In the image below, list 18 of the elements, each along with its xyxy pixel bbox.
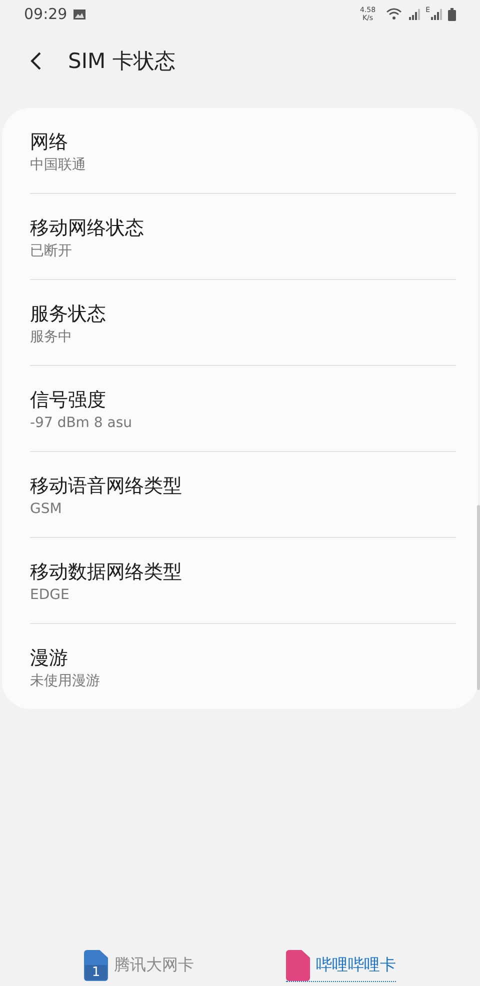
list-item[interactable]: 移动网络状态 已断开 bbox=[2, 194, 478, 279]
battery-icon bbox=[448, 8, 456, 20]
signal-icon bbox=[430, 8, 442, 20]
page-title: SIM 卡状态 bbox=[68, 48, 176, 75]
back-icon[interactable] bbox=[30, 51, 42, 71]
list-item[interactable]: 漫游 未使用漫游 bbox=[2, 624, 478, 709]
sim-tab[interactable]: 哔哩哔哩卡 bbox=[286, 950, 396, 982]
list-item[interactable]: 移动语音网络类型 GSM bbox=[2, 452, 478, 537]
sim-card-icon: 1 bbox=[84, 950, 108, 981]
list-item[interactable]: 移动数据网络类型 EDGE bbox=[2, 538, 478, 623]
list-item[interactable]: 服务状态 服务中 bbox=[2, 280, 478, 365]
list-item[interactable]: 网络 中国联通 bbox=[2, 108, 478, 193]
status-time: 09:29 bbox=[24, 5, 68, 23]
image-icon bbox=[73, 8, 86, 20]
wifi-icon bbox=[386, 8, 402, 20]
list-item[interactable]: 信号强度 -97 dBm 8 asu bbox=[2, 366, 478, 451]
signal-icon bbox=[408, 8, 420, 20]
sim-tab[interactable]: 1 腾讯大网卡 bbox=[84, 950, 194, 981]
